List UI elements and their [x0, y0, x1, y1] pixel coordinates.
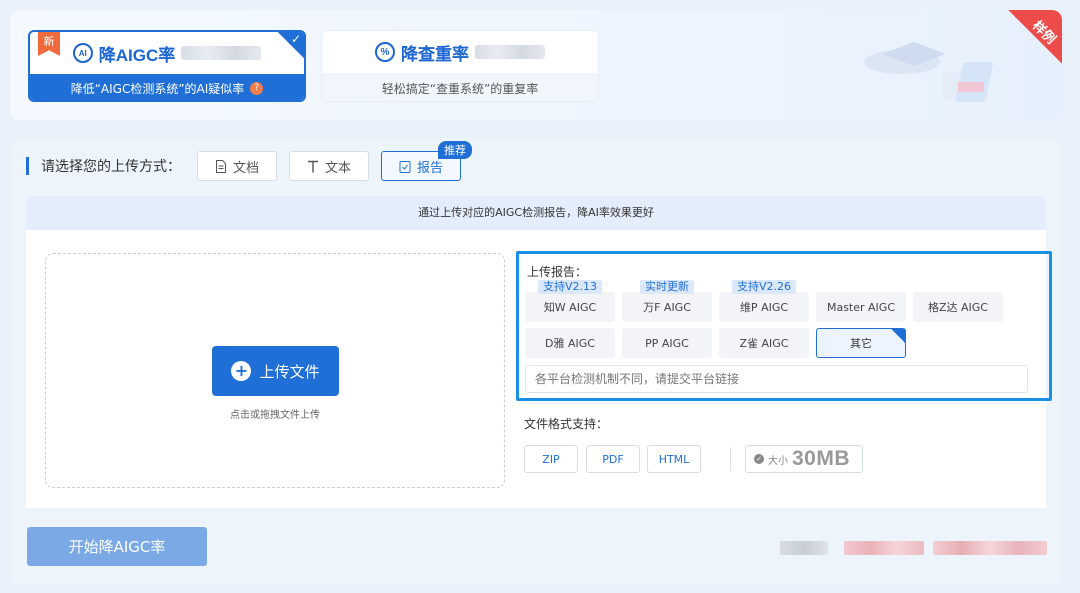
service-tabs-card: 新 ✓ AI 降AIGC率 降低“AIGC检测系统”的AI疑似率 ? % 降查重…: [10, 10, 1062, 120]
size-value: 30MB: [792, 447, 851, 470]
document-icon: [215, 159, 226, 173]
percent-icon: %: [375, 42, 395, 62]
platform-tag: 支持V2.26: [731, 280, 797, 294]
method-text-button[interactable]: 文本: [289, 151, 369, 181]
plus-icon: +: [231, 361, 252, 381]
platform-label: 万F AIGC: [643, 301, 691, 314]
upload-file-button[interactable]: + 上传文件: [212, 346, 339, 396]
formats-label: 文件格式支持：: [524, 417, 609, 431]
text-icon: [307, 160, 318, 172]
platform-option[interactable]: Z雀 AIGC: [719, 328, 809, 358]
blurred-text: [844, 541, 924, 555]
platform-label: D雅 AIGC: [545, 337, 595, 350]
platform-option[interactable]: Master AIGC: [816, 292, 906, 322]
upload-panel: + 上传文件 点击或拖拽文件上传 上传报告： 支持V2.13 知W AIGC 实…: [26, 230, 1052, 508]
tab-subtitle: 轻松搞定“查重系统”的重复率: [381, 81, 539, 96]
platform-label: 其它: [850, 337, 872, 350]
platform-label: Z雀 AIGC: [739, 337, 789, 350]
format-zip: ZIP: [524, 445, 578, 473]
platform-option[interactable]: 支持V2.13 知W AIGC: [525, 280, 615, 322]
tab-title: 降查重率: [401, 44, 469, 64]
section-marker: [26, 157, 29, 175]
format-pdf: PDF: [586, 445, 640, 473]
platform-option[interactable]: 实时更新 万F AIGC: [622, 280, 712, 322]
method-document-button[interactable]: 文档: [197, 151, 277, 181]
tab-title: 降AIGC率: [98, 45, 176, 65]
recommend-badge: 推荐: [438, 141, 472, 159]
size-label: 大小: [768, 455, 788, 467]
blurred-text: [933, 541, 1047, 555]
method-label: 文档: [232, 160, 259, 176]
tab-reduce-aigc[interactable]: 新 ✓ AI 降AIGC率 降低“AIGC检测系统”的AI疑似率 ?: [28, 30, 306, 102]
platform-option[interactable]: 支持V2.26 维P AIGC: [719, 280, 809, 322]
size-limit: ✓ 大小 30MB: [745, 445, 863, 473]
platform-label: 格Z达 AIGC: [927, 301, 988, 314]
blurred-text: [181, 46, 262, 60]
help-icon[interactable]: ?: [250, 81, 264, 95]
upload-method-row: 请选择您的上传方式： 文档 文本 报告 推荐: [26, 141, 472, 182]
start-reduce-button[interactable]: 开始降AIGC率: [27, 527, 207, 566]
upload-button-label: 上传文件: [259, 362, 320, 381]
method-label: 报告: [416, 160, 443, 176]
upload-method-label: 请选择您的上传方式：: [41, 159, 181, 175]
report-title: 上传报告：: [527, 265, 588, 279]
file-drop-zone[interactable]: + 上传文件 点击或拖拽文件上传: [45, 253, 505, 488]
tab-subtitle: 降低“AIGC检测系统”的AI疑似率: [70, 81, 245, 96]
blurred-text: [780, 541, 828, 555]
example-label: 样例: [1029, 18, 1059, 48]
selected-check-icon: [891, 329, 905, 343]
platform-option[interactable]: D雅 AIGC: [525, 328, 615, 358]
platform-option[interactable]: PP AIGC: [622, 328, 712, 358]
method-report-button[interactable]: 报告 推荐: [381, 141, 472, 181]
platform-tag: 支持V2.13: [537, 280, 603, 294]
example-ribbon[interactable]: 样例: [1008, 10, 1062, 66]
drop-hint: 点击或拖拽文件上传: [230, 410, 320, 421]
platform-option-selected[interactable]: 其它: [816, 328, 906, 358]
platform-label: PP AIGC: [645, 336, 689, 350]
graduation-illustration: [864, 42, 993, 102]
report-icon: [399, 160, 411, 173]
platform-option[interactable]: 格Z达 AIGC: [913, 292, 1003, 322]
blurred-text: [475, 45, 545, 59]
selected-check-icon: ✓: [278, 32, 304, 58]
method-label: 文本: [324, 160, 351, 176]
platform-label: Master AIGC: [826, 300, 896, 314]
ai-icon: AI: [72, 43, 93, 63]
notice-banner: 通过上传对应的AIGC检测报告，降AI率效果更好: [26, 196, 1046, 230]
upload-card: 请选择您的上传方式： 文档 文本 报告 推荐 通过上传对应的AIGC检测报告，降…: [10, 138, 1062, 584]
platform-link-input[interactable]: [525, 365, 1028, 393]
divider: [730, 447, 731, 471]
format-html: HTML: [647, 445, 701, 473]
tab-reduce-duplicate[interactable]: % 降查重率 轻松搞定“查重系统”的重复率: [321, 30, 599, 102]
platform-tag: 实时更新: [640, 280, 694, 294]
platform-label: 维P AIGC: [739, 301, 789, 314]
check-icon: ✓: [754, 454, 764, 464]
platform-label: 知W AIGC: [543, 301, 597, 314]
report-platform-box: 上传报告： 支持V2.13 知W AIGC 实时更新 万F AIGC 支持V2.…: [516, 251, 1052, 401]
